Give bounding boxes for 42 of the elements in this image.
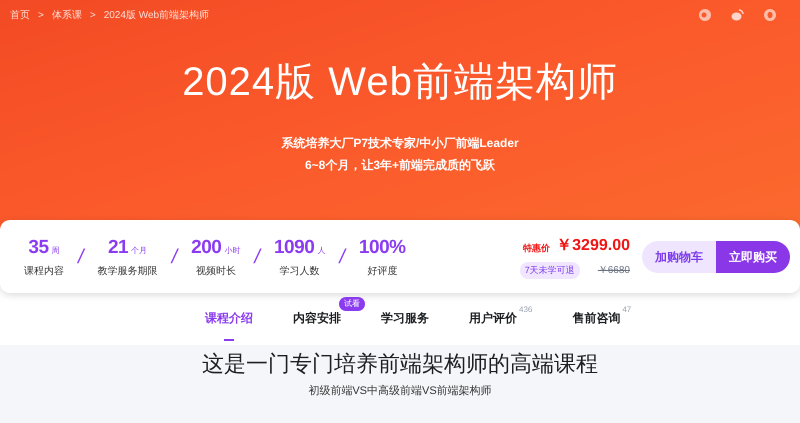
stat-label: 视频时长 (196, 264, 236, 280)
hero-subtitle: 系统培养大厂P7技术专家/中小厂前端Leader (281, 135, 519, 152)
stat-value: 100% (358, 236, 406, 260)
trial-badge: 试看 (339, 297, 365, 311)
review-count: 47 (622, 304, 632, 316)
tab[interactable]: 用户评价 (469, 309, 517, 329)
original-price: ￥6680 (598, 264, 630, 278)
section-subtitle: 初级前端VS中高级前端VS前端架构师 (308, 384, 492, 399)
price-label: 特惠价 (523, 242, 550, 256)
stat-value: 21 (108, 236, 128, 260)
tab[interactable]: 课程介绍 (205, 309, 253, 329)
review-count: 436 (519, 304, 532, 316)
stat-label: 好评度 (367, 264, 398, 280)
refund-tag: 7天未学可退 (520, 262, 580, 280)
stat-value: 35 (28, 236, 49, 260)
stat-separator: / (172, 244, 178, 270)
section-title: 这是一门专门培养前端架构师的高端课程 (202, 350, 598, 378)
course-title: 2024版 Web前端架构师 (181, 59, 619, 106)
stat-value: 200 (191, 236, 222, 260)
stat-label: 课程内容 (24, 264, 64, 280)
breadcrumb-separator: > (90, 8, 96, 22)
tab[interactable]: 售前咨询 (572, 309, 620, 329)
stat-value: 1090 (274, 236, 314, 260)
stat-unit: 小时 (224, 244, 240, 257)
hero-subtitle: 6~8个月，让3年+前端完成质的飞跃 (304, 157, 496, 174)
add-to-cart-button[interactable]: 加购物车 (642, 240, 716, 272)
breadcrumb-link[interactable]: 体系课 (52, 8, 82, 22)
current-price: ￥3299.00 (556, 236, 630, 256)
active-tab-indicator (224, 339, 234, 341)
breadcrumb-link[interactable]: 首页 (10, 8, 30, 22)
stat-separator: / (339, 244, 345, 270)
stat-unit: 个月 (131, 244, 148, 257)
stat-separator: / (78, 244, 84, 270)
tab[interactable]: 学习服务 (381, 309, 429, 329)
stat-separator: / (254, 244, 260, 270)
stat-label: 教学服务期限 (98, 264, 158, 280)
buy-now-button[interactable]: 立即购买 (716, 240, 790, 272)
stat-unit: 人 (317, 244, 326, 257)
tab[interactable]: 内容安排 (293, 309, 341, 329)
stat-unit: 周 (52, 244, 60, 257)
breadcrumb-separator: > (38, 8, 44, 22)
stat-label: 学习人数 (280, 265, 320, 280)
